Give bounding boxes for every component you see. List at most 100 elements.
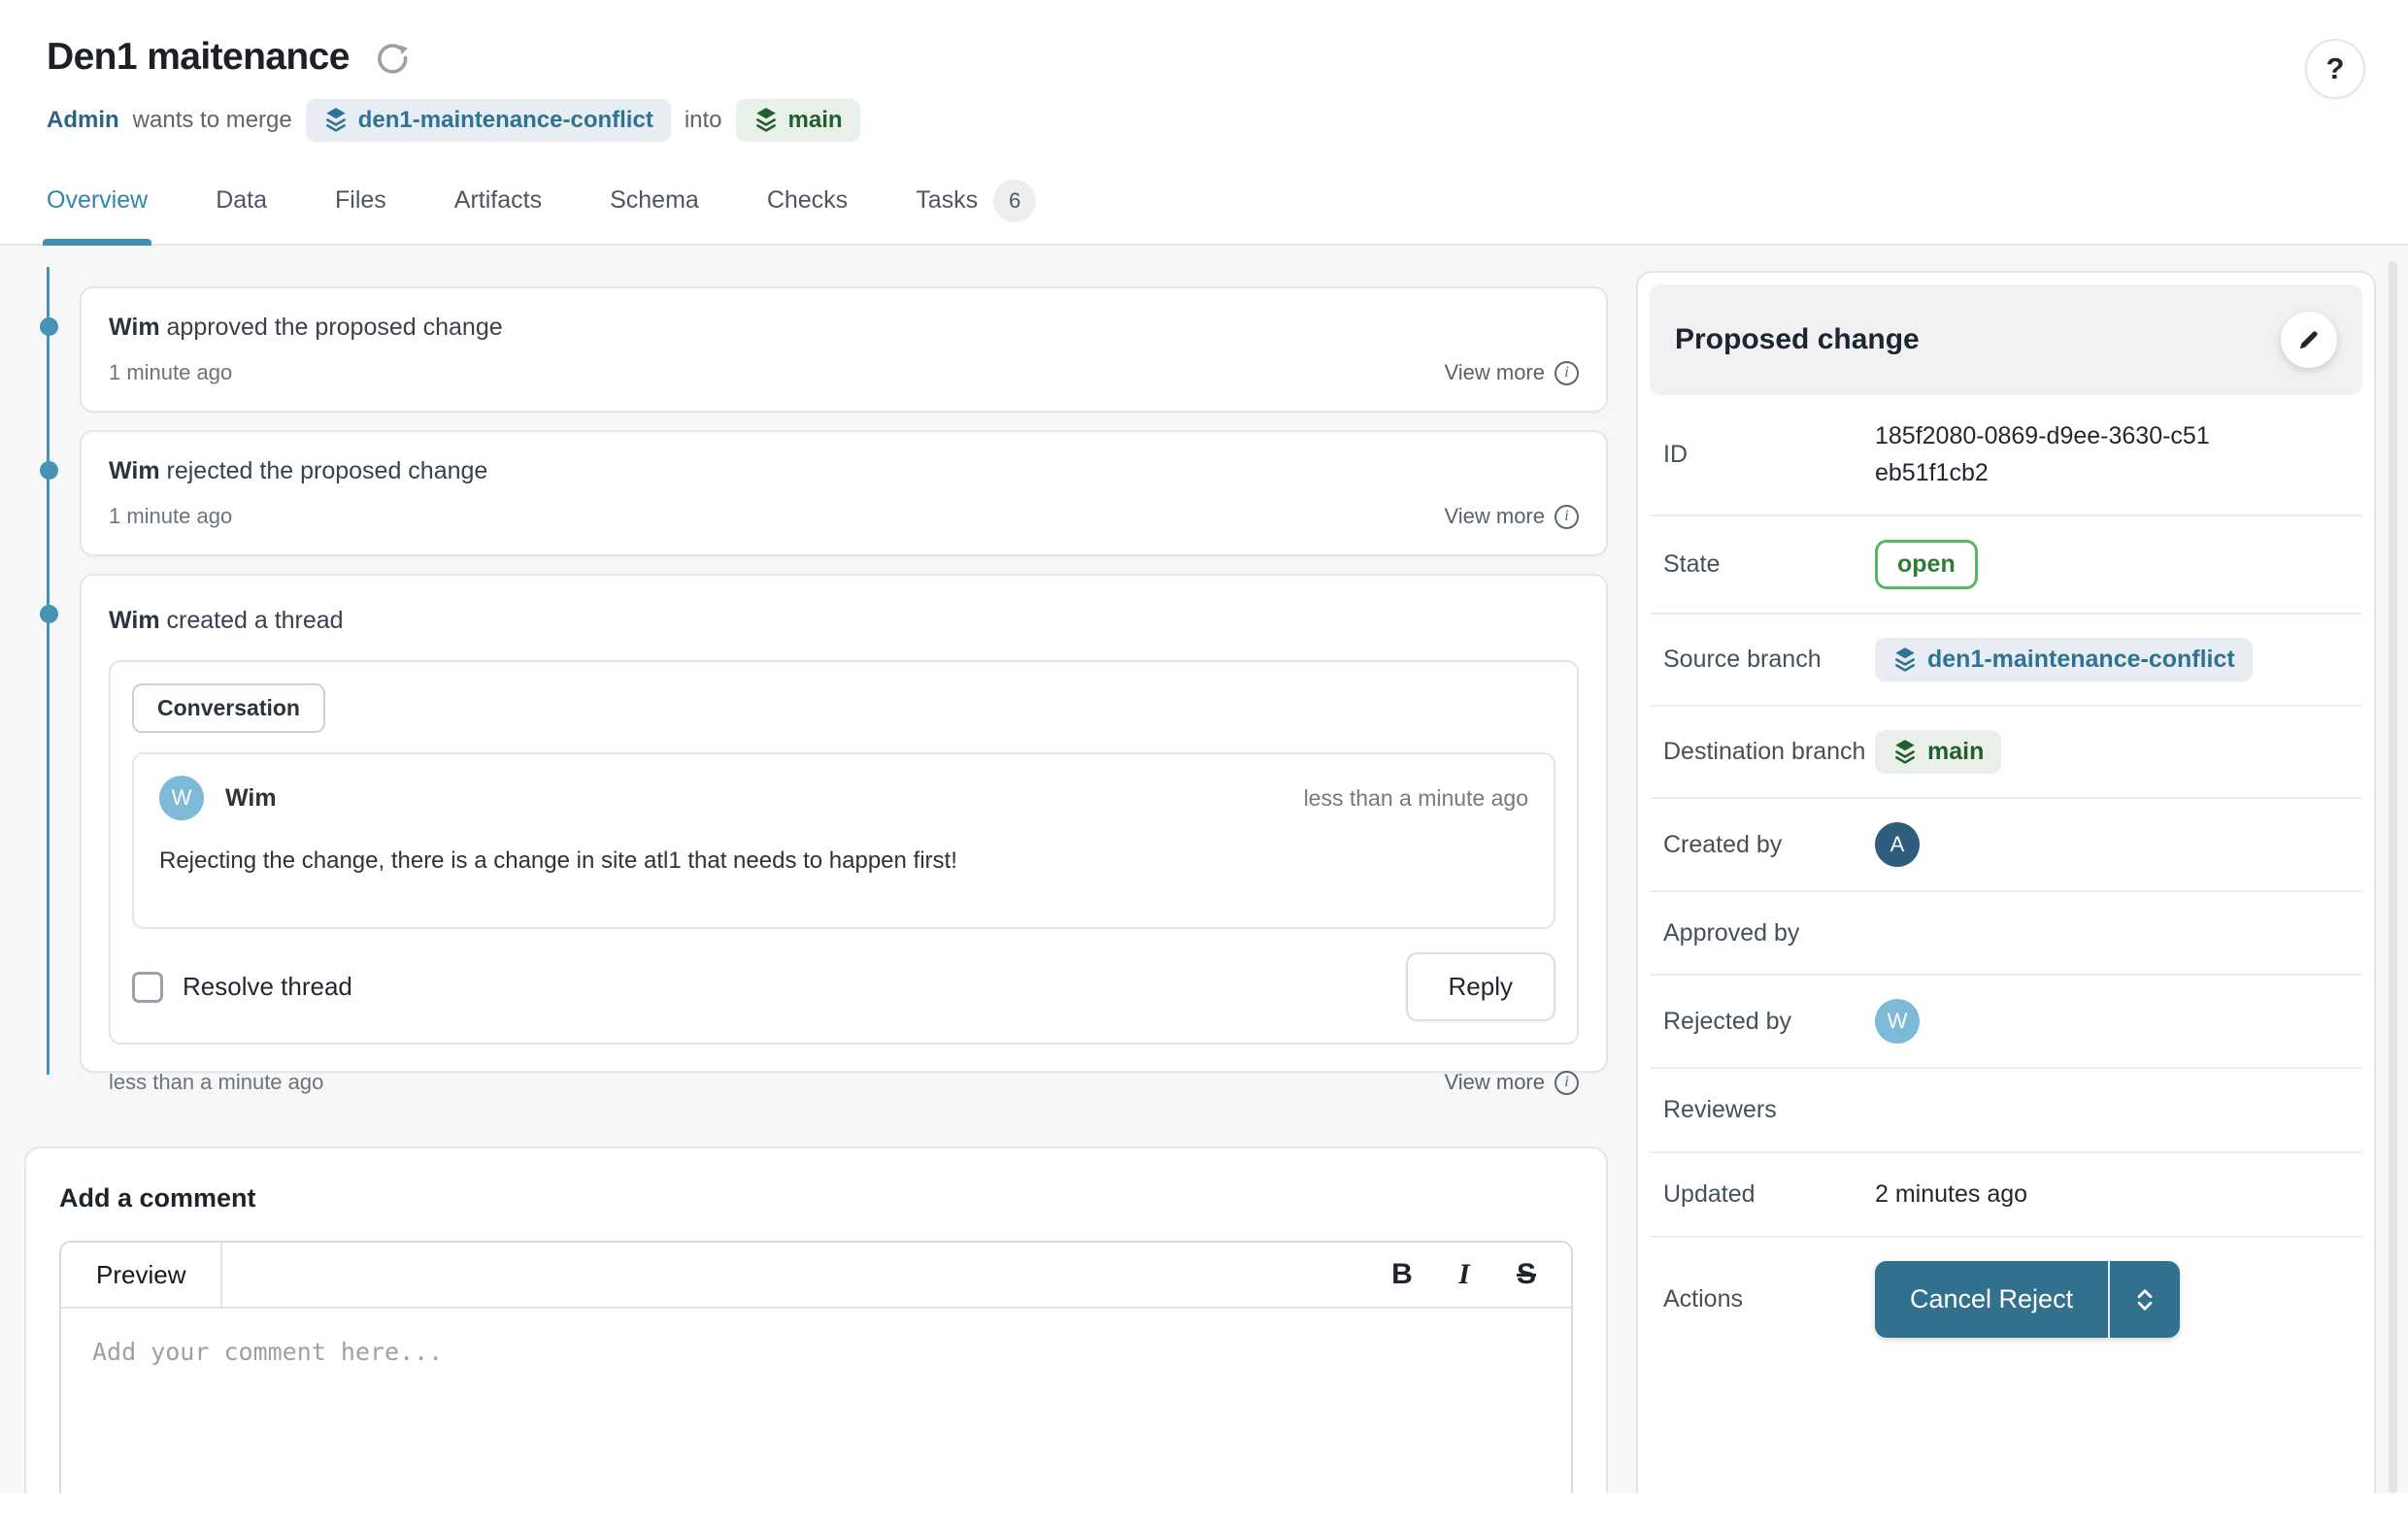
event-time: 1 minute ago	[109, 504, 232, 529]
updated-value: 2 minutes ago	[1875, 1177, 2027, 1213]
view-more-label: View more	[1444, 360, 1545, 385]
event-actor: Wim	[109, 314, 160, 341]
panel-row-created-by: Created by A	[1650, 799, 2362, 892]
comment-header: W Wim less than a minute ago	[159, 776, 1528, 820]
tab-bar: Overview Data Files Artifacts Schema Che…	[0, 186, 2408, 246]
page-header: Den1 maitenance Admin wants to merge den…	[0, 0, 2408, 142]
tab-data[interactable]: Data	[216, 186, 267, 244]
timeline-event-rejected: Wim rejected the proposed change 1 minut…	[80, 430, 1608, 556]
thread-actions-row: Resolve thread Reply	[132, 952, 1555, 1021]
event-title: Wim rejected the proposed change	[109, 457, 1579, 485]
info-icon: i	[1555, 1071, 1579, 1095]
edit-button[interactable]	[2281, 312, 2337, 368]
tab-files[interactable]: Files	[335, 186, 386, 244]
thread-title: Wim created a thread	[109, 607, 1579, 635]
row-label: Updated	[1663, 1177, 1875, 1212]
panel-row-updated: Updated 2 minutes ago	[1650, 1153, 2362, 1239]
add-comment-section: Add a comment Preview B I S	[24, 1146, 1608, 1493]
cancel-reject-button[interactable]: Cancel Reject	[1875, 1261, 2108, 1338]
tab-label: Overview	[47, 186, 148, 215]
comment-author: Wim	[225, 784, 277, 813]
italic-icon[interactable]: I	[1441, 1257, 1488, 1292]
target-branch-badge[interactable]: main	[1875, 730, 2001, 774]
panel-row-rejected-by: Rejected by W	[1650, 976, 2362, 1069]
refresh-button[interactable]	[373, 39, 414, 80]
tab-label: Tasks	[916, 186, 978, 215]
tab-label: Files	[335, 186, 386, 215]
view-more-label: View more	[1444, 504, 1545, 529]
add-comment-heading: Add a comment	[59, 1183, 1573, 1213]
thread-comment: W Wim less than a minute ago Rejecting t…	[132, 752, 1555, 929]
event-time: less than a minute ago	[109, 1070, 323, 1095]
author-link[interactable]: Admin	[47, 107, 119, 134]
panel-row-id: ID 185f2080-0869-d9ee-3630-c51eb51f1cb2	[1650, 395, 2362, 516]
subtitle-text: wants to merge	[133, 107, 292, 134]
view-more-button[interactable]: View more i	[1444, 360, 1579, 385]
view-more-button[interactable]: View more i	[1444, 1070, 1579, 1095]
refresh-icon	[373, 39, 414, 80]
tab-overview[interactable]: Overview	[47, 186, 148, 244]
row-label: Reviewers	[1663, 1092, 1875, 1127]
timeline-event-thread: Wim created a thread Conversation W Wim …	[80, 574, 1608, 1073]
event-meta: 1 minute ago View more i	[109, 360, 1579, 385]
title-row: Den1 maitenance	[47, 35, 2408, 80]
actions-dropdown-button[interactable]	[2108, 1261, 2180, 1338]
comment-input[interactable]	[61, 1309, 1571, 1493]
panel-header: Proposed change	[1650, 284, 2362, 395]
actions-split-button: Cancel Reject	[1875, 1261, 2180, 1338]
branch-stack-icon	[1892, 739, 1918, 766]
tab-checks[interactable]: Checks	[767, 186, 848, 244]
event-actor: Wim	[109, 607, 160, 634]
scrollbar-thumb[interactable]	[2389, 261, 2397, 1493]
editor-toolbar: Preview B I S	[61, 1243, 1571, 1309]
info-icon: i	[1555, 505, 1579, 529]
timeline-event-approved: Wim approved the proposed change 1 minut…	[80, 286, 1608, 413]
state-badge: open	[1875, 540, 1978, 589]
conversation-container: Conversation W Wim less than a minute ag…	[109, 660, 1579, 1045]
panel-row-actions: Actions Cancel Reject	[1650, 1238, 2362, 1361]
source-branch-badge[interactable]: den1-maintenance-conflict	[306, 99, 671, 142]
unfold-caret-icon	[2133, 1287, 2157, 1312]
panel-row-destination-branch: Destination branch main	[1650, 707, 2362, 799]
view-more-button[interactable]: View more i	[1444, 504, 1579, 529]
avatar: W	[1875, 999, 1920, 1044]
tab-schema[interactable]: Schema	[610, 186, 699, 244]
row-label: Rejected by	[1663, 1004, 1875, 1039]
row-label: State	[1663, 547, 1875, 581]
content-area: Wim approved the proposed change 1 minut…	[0, 246, 2408, 1493]
target-branch-badge[interactable]: main	[736, 99, 860, 142]
source-branch-label: den1-maintenance-conflict	[358, 107, 653, 134]
tab-label: Data	[216, 186, 267, 215]
row-label: Created by	[1663, 827, 1875, 862]
reply-button[interactable]: Reply	[1406, 952, 1555, 1021]
panel-row-state: State open	[1650, 516, 2362, 615]
tab-label: Checks	[767, 186, 848, 215]
strikethrough-icon[interactable]: S	[1503, 1257, 1550, 1292]
panel-row-reviewers: Reviewers	[1650, 1069, 2362, 1152]
resolve-thread-checkbox[interactable]	[132, 972, 163, 1003]
tab-tasks[interactable]: Tasks 6	[916, 186, 1036, 244]
timeline: Wim approved the proposed change 1 minut…	[47, 286, 1608, 1073]
source-branch-label: den1-maintenance-conflict	[1927, 646, 2235, 674]
tab-label: Artifacts	[454, 186, 542, 215]
preview-tab[interactable]: Preview	[61, 1243, 222, 1307]
event-action: rejected the proposed change	[167, 457, 488, 484]
proposed-change-panel: Proposed change ID 185f2080-0869-d9ee-36…	[1636, 271, 2376, 1493]
avatar: A	[1875, 822, 1920, 867]
row-label: Actions	[1663, 1281, 1875, 1316]
details-column: Proposed change ID 185f2080-0869-d9ee-36…	[1636, 246, 2376, 1493]
format-buttons: B I S	[1379, 1243, 1571, 1307]
branch-stack-icon	[323, 107, 349, 134]
tab-artifacts[interactable]: Artifacts	[454, 186, 542, 244]
panel-row-source-branch: Source branch den1-maintenance-conflict	[1650, 615, 2362, 707]
bold-icon[interactable]: B	[1379, 1257, 1425, 1292]
target-branch-label: main	[788, 107, 843, 134]
timeline-line	[47, 267, 50, 1075]
help-button[interactable]: ?	[2305, 39, 2365, 99]
row-label: Approved by	[1663, 915, 1875, 950]
source-branch-badge[interactable]: den1-maintenance-conflict	[1875, 638, 2253, 681]
panel-title: Proposed change	[1675, 323, 1920, 356]
tasks-count-badge: 6	[993, 180, 1036, 222]
row-label: Source branch	[1663, 642, 1875, 677]
row-label: ID	[1663, 437, 1875, 472]
